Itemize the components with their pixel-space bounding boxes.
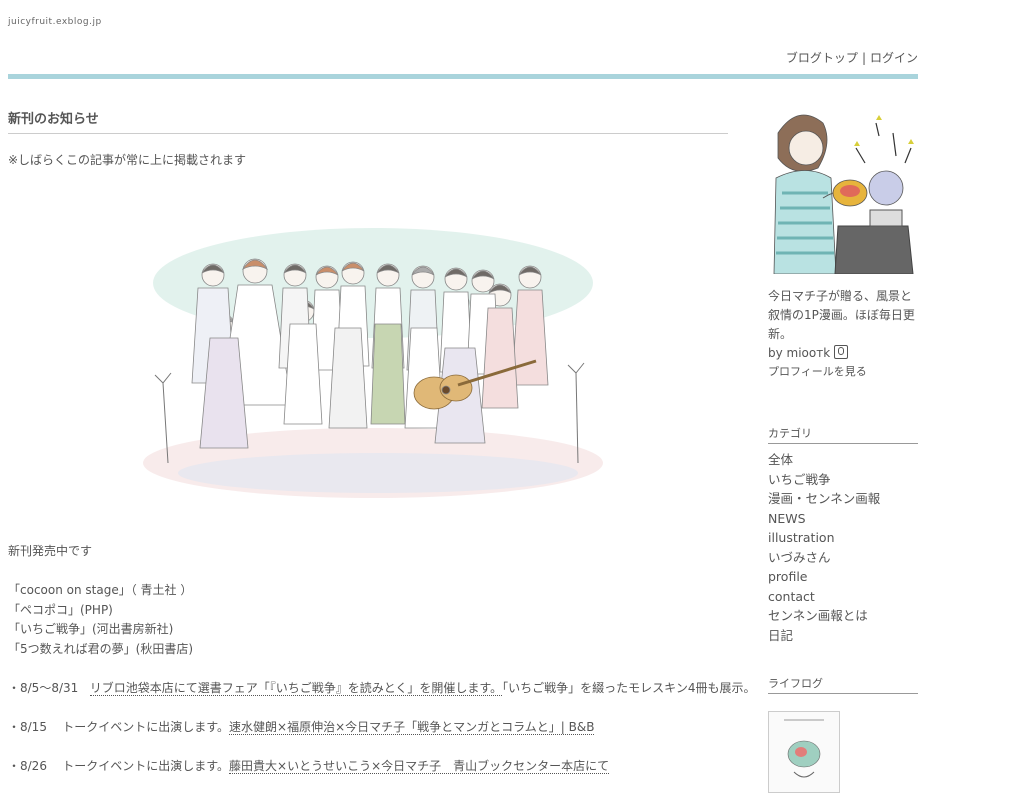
lifelog-heading: ライフログ (768, 675, 918, 694)
category-item[interactable]: いちご戦争 (768, 472, 831, 487)
category-item[interactable]: 漫画・センネン画報 (768, 491, 880, 506)
sidebar: 今日マチ子が贈る、風景と叙情の1P漫画。ほぼ毎日更新。 by mioотk プロ… (768, 108, 918, 793)
event-date: ・8/15 (8, 719, 47, 734)
top-nav: ブログトップ | ログイン (786, 49, 918, 66)
event-item: ・8/5〜8/31 リブロ池袋本店にて選書フェア「『いちご戦争』を読みとく」を開… (8, 679, 755, 699)
event-date: ・8/26 (8, 758, 47, 773)
event-link[interactable]: 藤田貴大×いとうせいこう×今日マチ子 青山ブックセンター本店にて (229, 758, 610, 774)
header-bar (8, 74, 918, 79)
book-item: 「5つ数えれば君の夢」(秋田書店) (8, 641, 193, 656)
mic-icon[interactable] (834, 345, 849, 359)
category-item[interactable]: 日記 (768, 628, 793, 643)
event-date: ・8/5〜8/31 (8, 680, 79, 695)
login-link[interactable]: ログイン (870, 51, 918, 65)
category-item[interactable]: センネン画報とは (768, 608, 868, 623)
event-link[interactable]: リブロ池袋本店にて選書フェア「『いちご戦争』を読みとく」を開催します。 (89, 680, 503, 696)
book-cover-art (784, 719, 824, 778)
group-illustration (143, 228, 603, 498)
post: 新刊のお知らせ ※しばらくこの記事が常に上に掲載されます 新刊発売中です 「co… (8, 108, 755, 774)
category-item[interactable]: illustration (768, 530, 835, 545)
category-item[interactable]: contact (768, 589, 815, 604)
category-item[interactable]: いづみさん (768, 550, 831, 565)
book-item: 「ペコポコ」(PHP) (8, 602, 113, 617)
event-link[interactable]: 速水健朗×福原伸治×今日マチ子「戦争とマンガとコラムと」| B&B (229, 719, 595, 735)
category-list: 全体 いちご戦争 漫画・センネン画報 NEWS illustration いづみ… (768, 450, 918, 645)
site-url: juicyfruit.exblog.jp (8, 17, 102, 27)
profile-bio: 今日マチ子が贈る、風景と叙情の1P漫画。ほぼ毎日更新。 (768, 289, 915, 341)
event-note: トークイベントに出演します。 (62, 719, 230, 734)
author-name: by mioотk (768, 346, 831, 360)
lifelog-book-cover[interactable] (768, 711, 840, 793)
category-item[interactable]: NEWS (768, 511, 806, 526)
category-item[interactable]: 全体 (768, 452, 793, 467)
event-item: ・8/15 トークイベントに出演します。速水健朗×福原伸治×今日マチ子「戦争とマ… (8, 718, 728, 738)
category-heading: カテゴリ (768, 425, 918, 444)
view-profile-link[interactable]: プロフィールを見る (768, 363, 918, 379)
category-item[interactable]: profile (768, 569, 807, 584)
blog-top-link[interactable]: ブログトップ (786, 51, 858, 65)
post-notice: ※しばらくこの記事が常に上に掲載されます (8, 153, 247, 167)
post-body: 新刊発売中です 「cocoon on stage」（ 青土社 ） 「ペコポコ」(… (8, 542, 755, 777)
book-item: 「cocoon on stage」（ 青土社 ） (8, 583, 193, 597)
event-note: 「いちご戦争」を綴ったモレスキン4冊も展示。 (502, 680, 756, 695)
event-item: ・8/26 トークイベントに出演します。藤田貴大×いとうせいこう×今日マチ子 青… (8, 757, 728, 777)
profile-illustration[interactable] (768, 108, 918, 275)
post-intro: 新刊発売中です (8, 544, 93, 558)
event-note: トークイベントに出演します。 (62, 758, 230, 773)
post-title: 新刊のお知らせ (8, 108, 728, 134)
profile-author: by mioотk (768, 344, 918, 363)
book-item: 「いちご戦争」(河出書房新社) (8, 622, 174, 636)
nav-separator: | (861, 51, 866, 65)
